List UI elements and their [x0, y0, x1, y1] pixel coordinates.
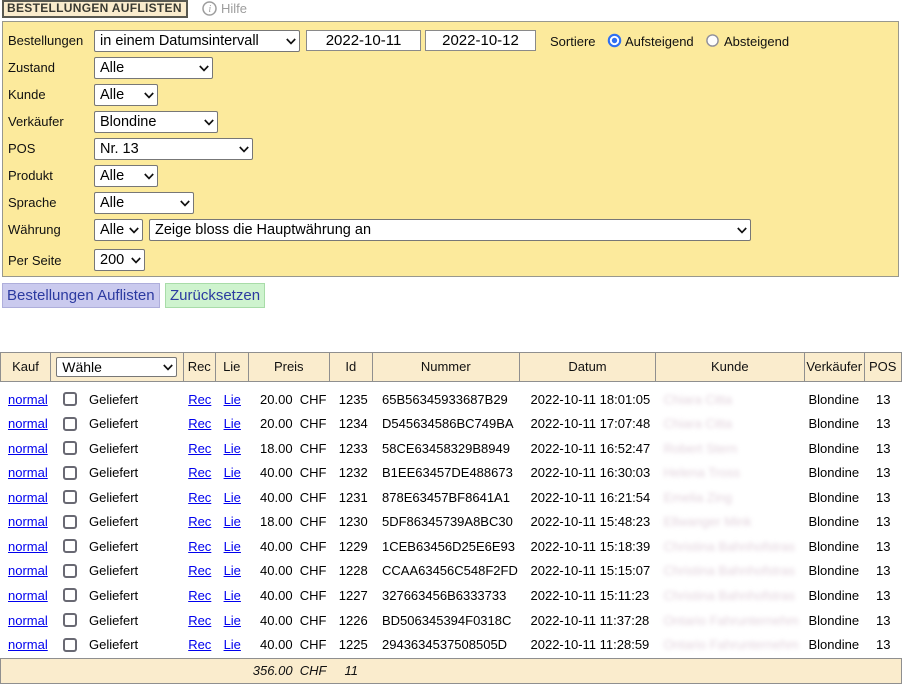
svg-text:i: i: [208, 4, 211, 15]
